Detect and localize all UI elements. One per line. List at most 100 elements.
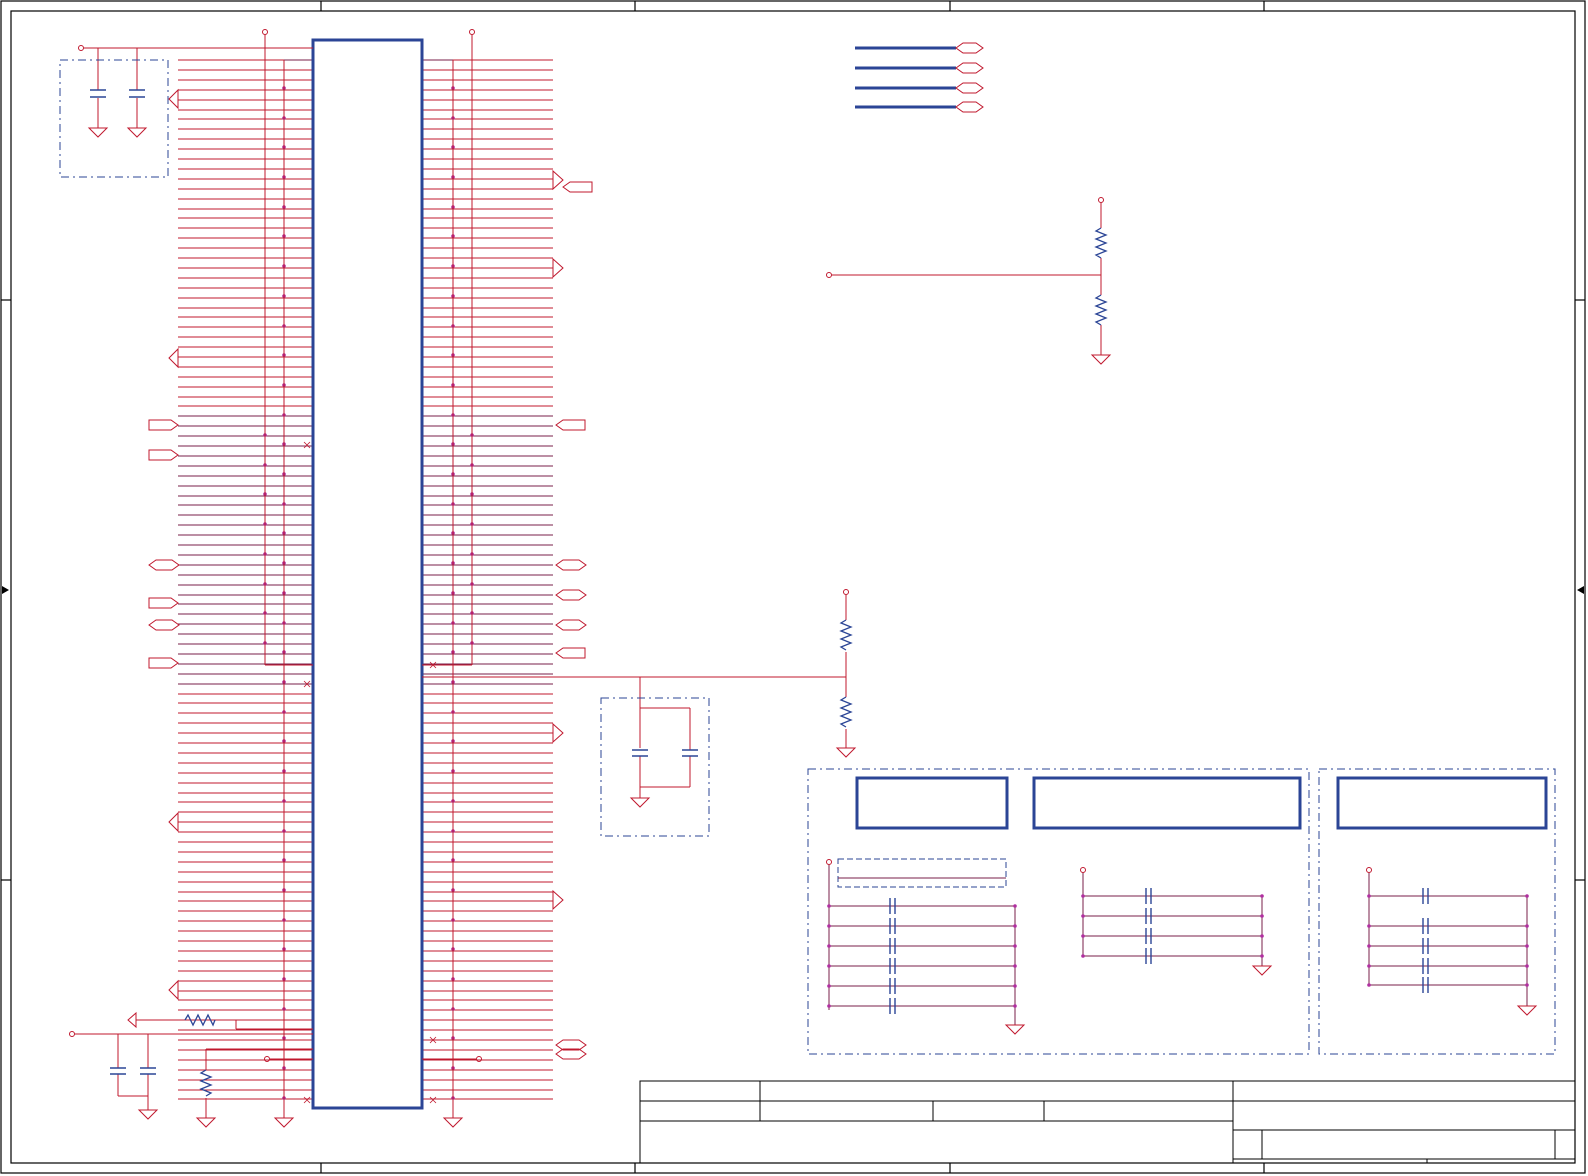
ground-symbol-ic-left [273, 1117, 295, 1128]
decap-b-row-dot [1260, 914, 1264, 918]
decap-c-row-dot [1525, 924, 1529, 928]
note-box-1 [855, 776, 1009, 830]
decap-c-row-dot [1525, 983, 1529, 987]
port-output-right [555, 419, 586, 431]
decap-c-row-dot [1367, 944, 1371, 948]
no-connect-cross [429, 1096, 437, 1104]
decap-a-row-dot [827, 904, 831, 908]
decap-b-row-dot [1081, 954, 1085, 958]
decap-c-row-dot [1367, 964, 1371, 968]
decap-a-row-dot [1013, 984, 1017, 988]
port-arrow-right [552, 257, 564, 279]
port-arrow-left [168, 979, 179, 1001]
decap-a-row-dot [1013, 964, 1017, 968]
power-pin-right-bottom [422, 1056, 482, 1062]
decap-b-row-dot [1081, 894, 1085, 898]
divider-top-right [826, 197, 1104, 355]
no-connect-cross [303, 441, 311, 449]
resistor-r3 [1094, 227, 1108, 259]
capacitor-c2 [129, 89, 145, 98]
decap-b-row-dot [1260, 894, 1264, 898]
port-arrow-left [168, 347, 179, 369]
ground-symbol-c2 [126, 127, 148, 138]
decap-c-row-dot [1367, 894, 1371, 898]
port-bidir-right [555, 559, 587, 571]
drawing-frame [0, 0, 1586, 1174]
decap-c-ground [1516, 1005, 1538, 1016]
decap-arrays [826, 858, 1538, 1035]
capacitor-c1 [90, 89, 106, 98]
main-ic-body [311, 38, 424, 1110]
decap-c-row-dot [1525, 964, 1529, 968]
resistor-r4 [1094, 294, 1108, 326]
bottom-left-network [69, 60, 313, 1118]
resistor-r5 [839, 619, 853, 651]
decoupling-group-top-left [59, 45, 313, 178]
ground-symbol-mid-caps [629, 797, 651, 808]
ground-symbol-bl1 [137, 1109, 159, 1120]
right-ports [552, 169, 593, 1060]
frame-marker-right [1577, 586, 1584, 594]
decap-a-power [826, 859, 832, 865]
port-bidir-left [148, 619, 180, 631]
decap-a-row-dot [827, 924, 831, 928]
port-input-left [148, 597, 179, 609]
decap-b-row-dot [1081, 914, 1085, 918]
bus-net-group-top [855, 46, 956, 109]
port-input-left [148, 449, 179, 461]
bus-port-1 [955, 42, 984, 54]
decoupling-area-1 [807, 768, 1556, 1055]
decap-a-row-dot [1013, 924, 1017, 928]
decap-c-row-dot [1525, 894, 1529, 898]
port-arrow-right [552, 889, 564, 911]
port-bidir-right [555, 589, 587, 601]
note-box-3 [1336, 776, 1548, 830]
ground-symbol-bl2 [195, 1117, 217, 1128]
capacitor-c3 [110, 1067, 126, 1075]
capacitor-c6 [682, 749, 698, 757]
decap-a-row-dot [827, 984, 831, 988]
decap-a-row-dot [1013, 1004, 1017, 1008]
left-net-lines [178, 59, 313, 1100]
decap-b-ground [1251, 965, 1273, 976]
port-bidir-right [555, 619, 587, 631]
decap-c-power [1366, 867, 1372, 873]
decap-b-row-dot [1260, 954, 1264, 958]
decap-a-row-dot [1013, 944, 1017, 948]
decap-b-power [1080, 867, 1086, 873]
port-arrow-left [168, 88, 179, 110]
decap-a-row-dot [827, 1004, 831, 1008]
decap-b-row-dot [1260, 934, 1264, 938]
right-net-lines [422, 59, 553, 1100]
decap-c-row-dot [1367, 983, 1371, 987]
port-input-left [148, 419, 179, 431]
port-arrow-left [168, 811, 179, 833]
schematic-sheet [0, 0, 1588, 1176]
decap-b-row-dot [1081, 934, 1085, 938]
port-bidir-left [148, 559, 180, 571]
decap-a-bulk-box [837, 858, 1007, 888]
resistor-r2 [199, 1069, 213, 1097]
ground-symbol-c1 [87, 127, 109, 138]
port-left-bottom [127, 1011, 137, 1029]
port-input-left [148, 657, 179, 669]
ground-symbol-divider-top [1090, 354, 1112, 365]
port-output-right [562, 181, 593, 193]
decap-a-row-dot [827, 944, 831, 948]
port-arrow-right [552, 722, 564, 744]
decap-a-row-dot [1013, 904, 1017, 908]
bus-port-4 [955, 101, 984, 113]
resistor-r6 [839, 696, 853, 728]
decap-c-row-dot [1367, 924, 1371, 928]
capacitor-c4 [140, 1067, 156, 1075]
decap-a-ground [1004, 1024, 1026, 1035]
port-arrow-right [552, 169, 564, 191]
capacitor-c5 [632, 749, 648, 757]
no-connect-cross [303, 1096, 311, 1104]
title-block [639, 1080, 1576, 1164]
frame-marker-left [2, 586, 9, 594]
decap-c-row-dot [1525, 944, 1529, 948]
ground-symbol-ic-right [442, 60, 464, 1128]
bus-port-3 [955, 82, 984, 94]
decap-a-row-dot [827, 964, 831, 968]
